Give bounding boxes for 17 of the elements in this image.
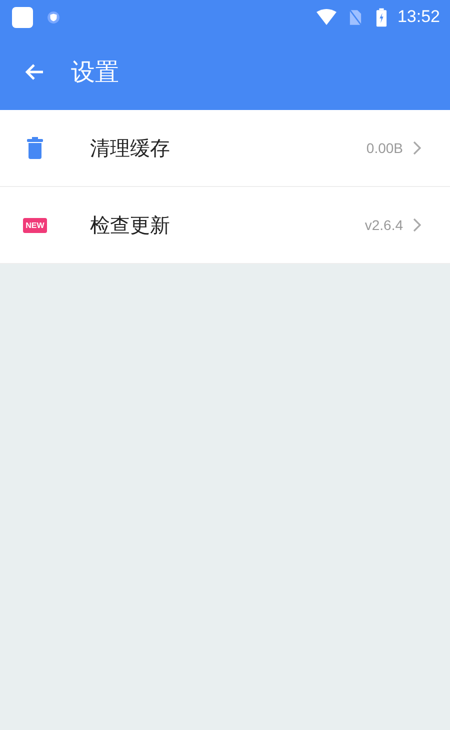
no-sim-icon <box>349 8 362 26</box>
shield-icon <box>47 10 60 24</box>
app-notification-icon <box>12 6 33 28</box>
status-time: 13:52 <box>397 7 440 27</box>
row-label: 检查更新 <box>90 212 171 238</box>
chevron-right-icon <box>412 140 422 156</box>
row-value: 0.00B <box>366 140 403 156</box>
trash-icon <box>27 137 43 159</box>
row-value: v2.6.4 <box>364 217 403 233</box>
battery-charging-icon <box>376 8 388 26</box>
page-title: 设置 <box>71 57 119 88</box>
settings-row[interactable]: 清理缓存 0.00B <box>0 110 450 187</box>
row-label: 清理缓存 <box>90 134 171 162</box>
chevron-right-icon <box>412 217 422 233</box>
settings-row[interactable]: NEW 检查更新 v2.6.4 <box>0 187 450 264</box>
new-badge: NEW <box>22 218 48 232</box>
wifi-icon <box>316 9 338 25</box>
